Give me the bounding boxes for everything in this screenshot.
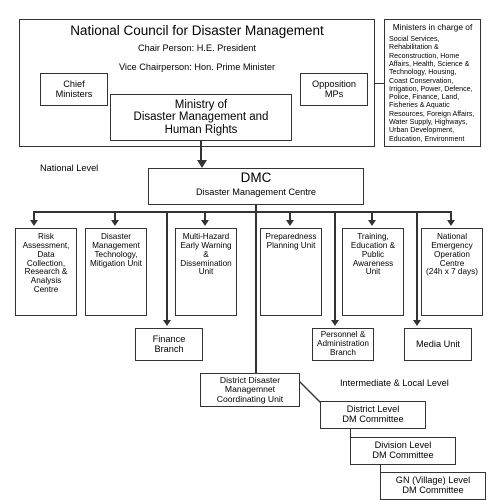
unit1-line7: Centre <box>33 285 59 295</box>
unit1-line1: Risk <box>38 232 54 241</box>
personnel-admin-branch-box[interactable]: Personnel & Administration Branch <box>312 328 374 361</box>
personnel-drop-line <box>334 211 336 323</box>
media-drop-line <box>416 211 418 323</box>
unit3-line1: Multi-Hazard <box>182 232 230 241</box>
unit6-line5: (24h x 7 days) <box>426 267 478 277</box>
district-coordinating-unit-box[interactable]: District Disaster Managemnet Coordinatin… <box>200 373 300 407</box>
unit3-arrow <box>201 220 209 226</box>
ministry-line3: Human Rights <box>164 123 238 136</box>
unit4-line2: Planning Unit <box>266 240 316 250</box>
dmc-box[interactable]: DMC Disaster Management Centre <box>148 168 364 205</box>
district-unit-line3: Coordinating Unit <box>216 393 284 404</box>
district-unit-drop-line <box>255 211 257 373</box>
council-ministers-connector <box>375 83 384 84</box>
committee2-line2: DM Committee <box>372 450 434 460</box>
chief-ministers-line2: Ministers <box>55 88 93 99</box>
unit-box-training-education-unit[interactable]: Training, Education & Public Awareness U… <box>342 228 404 316</box>
unit-box-risk-assessment-unit[interactable]: Risk Assessment, Data Collection, Resear… <box>15 228 77 316</box>
unit6-line1: National <box>436 232 468 241</box>
unit-box-national-emergency-unit[interactable]: National Emergency Operation Centre (24h… <box>421 228 483 316</box>
media-arrow <box>413 320 421 326</box>
dmc-full-name: Disaster Management Centre <box>195 186 316 197</box>
unit5-line5: Unit <box>365 267 381 277</box>
ministers-panel-body: Social Services, Rehabilitation & Recons… <box>389 35 475 143</box>
media-label: Media Unit <box>416 338 460 349</box>
national-level-label: National Level <box>40 163 99 173</box>
committee-box-gn-village-level-committee[interactable]: GN (Village) Level DM Committee <box>380 472 486 500</box>
ministers-panel-heading: Ministers in charge of <box>392 22 473 32</box>
intermediate-local-level-label: Intermediate & Local Level <box>340 378 449 388</box>
ministry-box[interactable]: Ministry of Disaster Management and Huma… <box>110 94 292 141</box>
finance-drop-line <box>166 211 168 323</box>
unit5-arrow <box>368 220 376 226</box>
committee-box-division-level-committee[interactable]: Division Level DM Committee <box>350 437 456 465</box>
ministers-in-charge-panel: Ministers in charge of Social Services, … <box>384 19 481 147</box>
finance-arrow <box>163 320 171 326</box>
ministry-line2: Disaster Management and <box>133 111 269 124</box>
dmc-distribution-bus <box>33 211 450 213</box>
personnel-arrow <box>331 320 339 326</box>
unit-box-preparedness-unit[interactable]: Preparedness Planning Unit <box>260 228 322 316</box>
finance-branch-box[interactable]: Finance Branch <box>135 328 203 361</box>
unit2-arrow <box>111 220 119 226</box>
chief-ministers-line1: Chief <box>63 78 85 89</box>
dmc-acronym: DMC <box>240 170 272 185</box>
unit5-line1: Training, <box>357 232 389 241</box>
opposition-mps-box[interactable]: Opposition MPs <box>300 73 368 106</box>
unit2-line4: Mitigation Unit <box>90 258 142 268</box>
committee-box-district-level-committee[interactable]: District Level DM Committee <box>320 401 426 429</box>
unit-box-dm-technology-unit[interactable]: Disaster Management Technology, Mitigati… <box>85 228 147 316</box>
finance-line2: Branch <box>154 343 184 354</box>
opposition-line2: MPs <box>324 88 344 99</box>
finance-line1: Finance <box>152 333 186 344</box>
committee1-line2: DM Committee <box>342 414 404 424</box>
org-chart-page: National Council for Disaster Management… <box>0 0 500 500</box>
unit1-arrow <box>30 220 38 226</box>
personnel-line3: Branch <box>330 347 356 357</box>
unit-box-multi-hazard-unit[interactable]: Multi-Hazard Early Warning & Disseminati… <box>175 228 237 316</box>
unit6-arrow <box>447 220 455 226</box>
council-vice-chair: Vice Chairperson: Hon. Prime Minister <box>118 62 276 72</box>
media-unit-box[interactable]: Media Unit <box>404 328 472 361</box>
chief-ministers-box[interactable]: Chief Ministers <box>40 73 108 106</box>
unit3-line5: Unit <box>198 267 214 277</box>
unit2-line1: Disaster <box>100 232 132 241</box>
committee3-line2: DM Committee <box>402 485 464 495</box>
unit4-line1: Preparedness <box>265 232 317 241</box>
ministry-to-dmc-arrow <box>197 160 207 168</box>
council-title: National Council for Disaster Management <box>70 23 324 38</box>
council-chair: Chair Person: H.E. President <box>138 43 256 53</box>
unit4-arrow <box>286 220 294 226</box>
ministry-line1: Ministry of <box>174 98 228 111</box>
opposition-line1: Opposition <box>312 78 356 89</box>
